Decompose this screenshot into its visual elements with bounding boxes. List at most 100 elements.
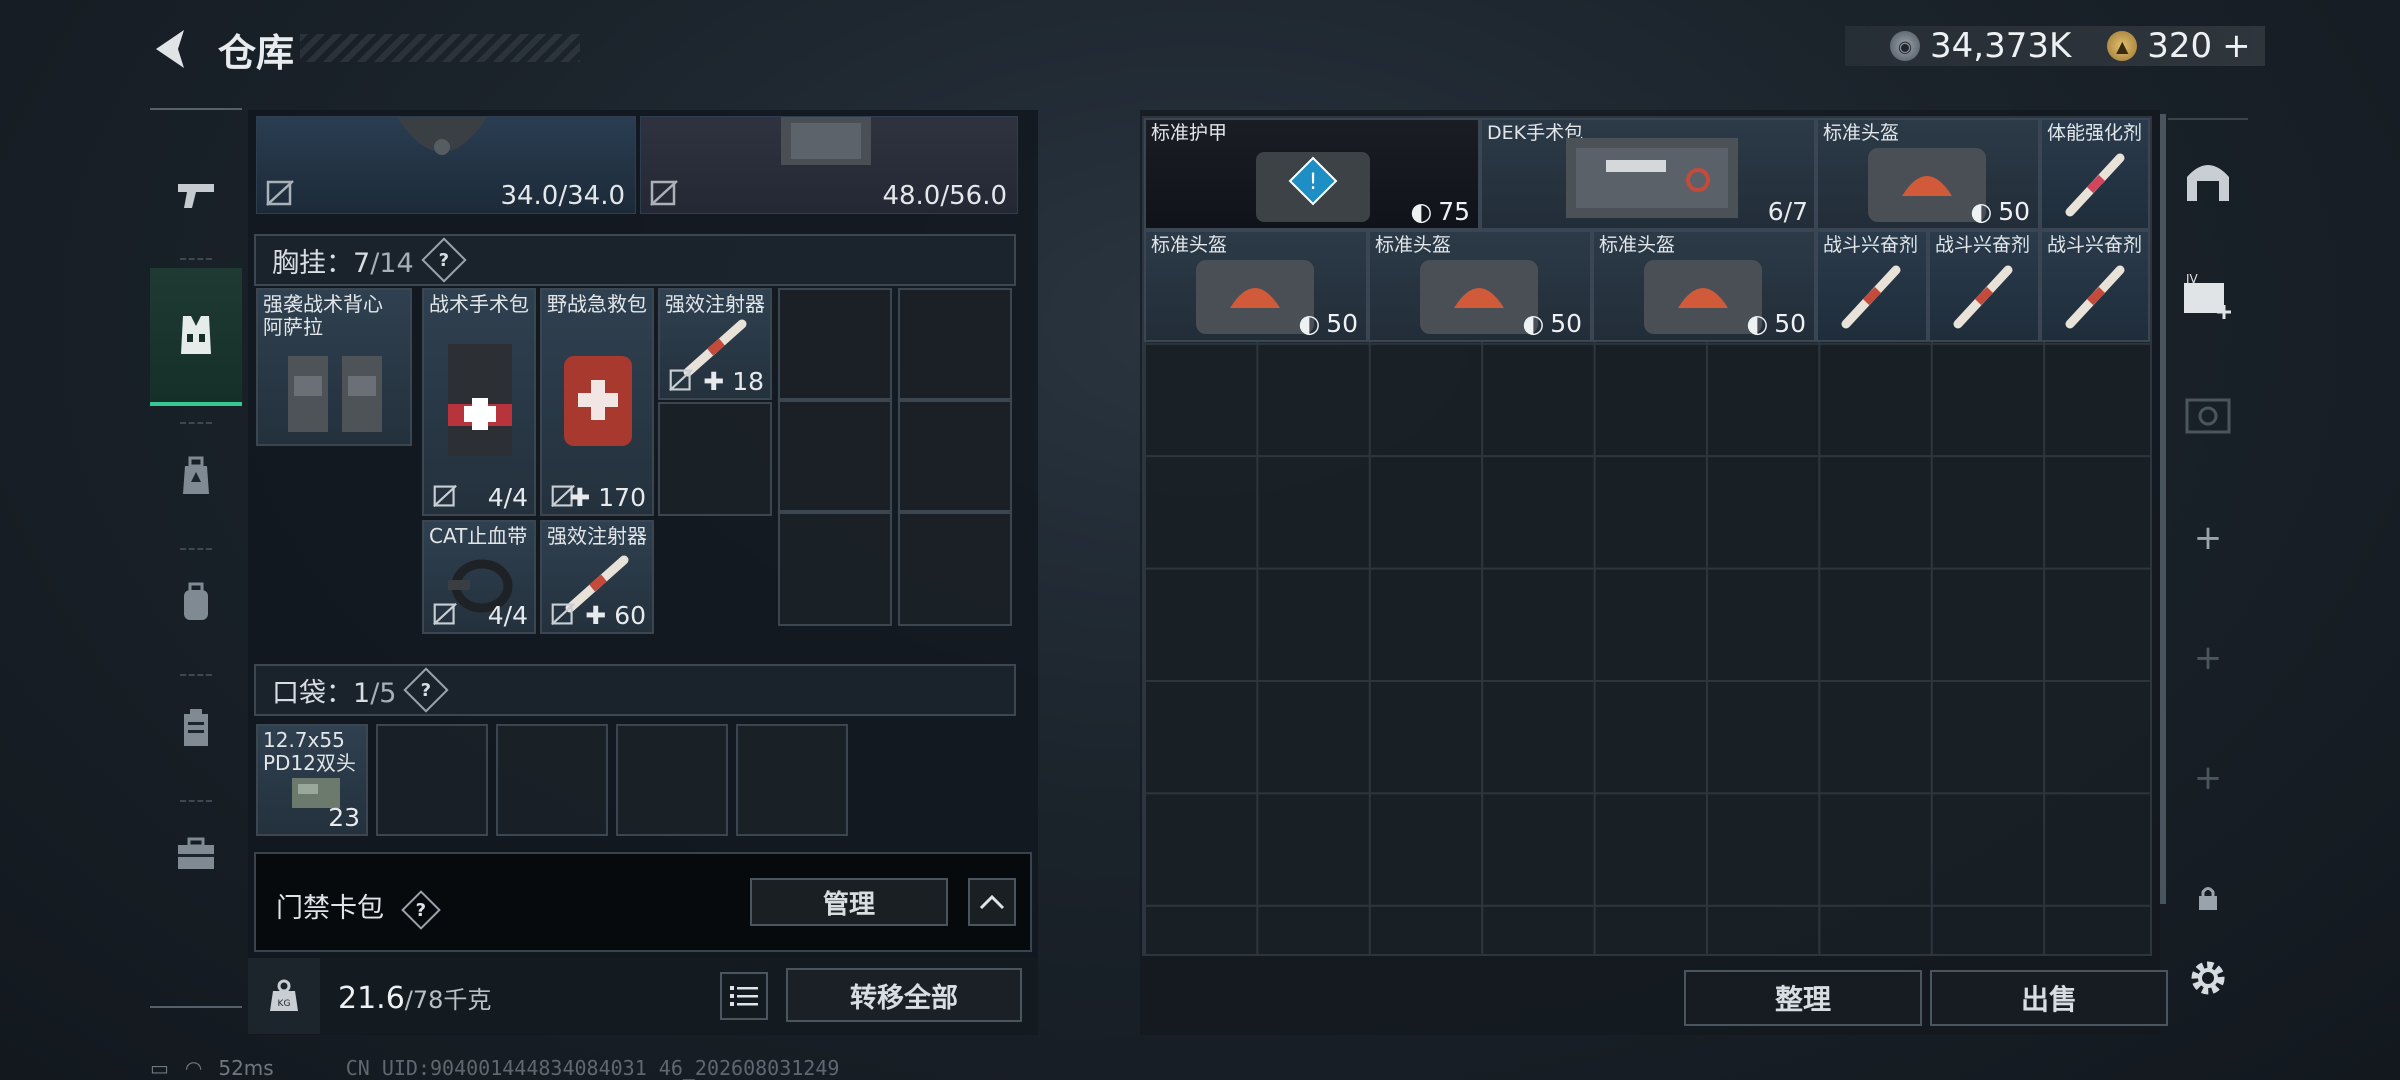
injector-image — [1841, 265, 1901, 329]
helmet-slot[interactable]: 34.0/34.0 — [256, 116, 636, 214]
nav-toolbox[interactable] — [150, 808, 242, 900]
gold-amount: 320 — [2147, 26, 2213, 66]
stash-item[interactable]: 标准头盔 ◐ 50 — [1816, 118, 2040, 230]
rig-empty-slot[interactable] — [658, 402, 772, 516]
stash-item[interactable]: 标准护甲 ! ◐ 75 — [1144, 118, 1480, 230]
nav-backpack[interactable] — [150, 556, 242, 648]
silver-amount: 34,373K — [1930, 26, 2072, 66]
vest-icon — [181, 316, 211, 354]
keycard-help-button[interactable]: ? — [400, 889, 441, 930]
transfer-all-button[interactable]: 转移全部 — [786, 968, 1022, 1022]
no-trade-icon — [433, 602, 457, 626]
plus-icon: + — [2193, 518, 2223, 558]
nav-case[interactable] — [150, 682, 242, 774]
armor-durability: 48.0/56.0 — [882, 181, 1007, 211]
backpack-icon — [184, 582, 208, 620]
stash-item[interactable]: 标准头盔 ◐ 50 — [1368, 230, 1592, 342]
rig-empty-slot[interactable] — [898, 512, 1012, 626]
weight-readout: 21.6/78千克 — [338, 981, 492, 1016]
surgical-case-image — [1566, 138, 1738, 218]
stash-tab-add-1[interactable]: + — [2168, 498, 2248, 578]
weight-bar: KG 21.6/78千克 转移全部 — [248, 958, 1038, 1034]
ping-readout: 52ms — [218, 1056, 274, 1080]
toolbox-icon — [178, 837, 214, 869]
vest-image — [288, 356, 382, 432]
chest-rig-title: 胸挂：7/14 — [272, 247, 414, 279]
collapse-button[interactable] — [968, 878, 1016, 926]
stash-tab-add-2[interactable]: + — [2168, 618, 2248, 698]
stash-scrollbar[interactable] — [2160, 114, 2166, 904]
no-trade-icon — [650, 180, 678, 206]
rig-empty-slot[interactable] — [778, 400, 892, 512]
rig-empty-slot[interactable] — [898, 288, 1012, 400]
rig-item[interactable]: CAT止血带 4/4 — [422, 520, 536, 634]
stash-tab-ticket[interactable] — [2168, 376, 2248, 456]
shield-icon: ◐ — [1298, 309, 1321, 338]
shield-icon: ◐ — [1746, 309, 1769, 338]
stash-item[interactable]: 战斗兴奋剂 — [1816, 230, 1928, 342]
pocket-empty-slot[interactable] — [736, 724, 848, 836]
chevron-up-icon — [979, 894, 1005, 910]
stash-item[interactable]: 标准头盔 ◐ 50 — [1144, 230, 1368, 342]
silver-coin-icon: ◉ — [1890, 31, 1920, 61]
pocket-empty-slot[interactable] — [376, 724, 488, 836]
stash-item[interactable]: 体能强化剂 — [2040, 118, 2150, 230]
chest-rig-help-button[interactable]: ? — [421, 237, 467, 283]
pocket-empty-slot[interactable] — [616, 724, 728, 836]
stash-item[interactable]: 战斗兴奋剂 — [2040, 230, 2150, 342]
no-trade-icon — [551, 602, 575, 626]
manage-button[interactable]: 管理 — [750, 878, 948, 926]
armor-bag-image: ! — [1256, 152, 1370, 222]
stash-tab-add[interactable]: IV — [2168, 256, 2248, 336]
stash-item[interactable]: 战斗兴奋剂 — [1928, 230, 2040, 342]
nav-weapons[interactable] — [150, 150, 242, 242]
ticket-icon — [2185, 398, 2231, 434]
page-title: 仓库 — [218, 31, 295, 75]
left-category-nav — [150, 108, 242, 1008]
no-trade-icon — [669, 368, 693, 392]
case-icon — [184, 709, 208, 746]
weight-icon: KG — [248, 958, 320, 1034]
bag-icon — [183, 456, 209, 494]
sell-button[interactable]: 出售 — [1930, 970, 2168, 1026]
helmet-image — [397, 117, 487, 155]
nav-chest-rig[interactable] — [150, 268, 242, 406]
wifi-icon: ◠ — [184, 1056, 203, 1080]
armor-slot[interactable]: 48.0/56.0 — [640, 116, 1018, 214]
back-button[interactable] — [148, 24, 198, 74]
settings-button[interactable] — [2168, 938, 2248, 1018]
plus-icon: + — [2193, 638, 2223, 678]
gear-icon — [2191, 961, 2225, 995]
pocket-help-button[interactable]: ? — [403, 667, 450, 713]
list-icon — [730, 986, 758, 1006]
sort-button[interactable]: 整理 — [1684, 970, 1922, 1026]
rig-item[interactable]: 强效注射器 ✚ 18 — [658, 288, 772, 400]
stash-item[interactable]: DEK手术包 6/7 — [1480, 118, 1816, 230]
stash-item[interactable]: 标准头盔 ◐ 50 — [1592, 230, 1816, 342]
shield-icon: ◐ — [1522, 309, 1545, 338]
no-trade-icon — [266, 180, 294, 206]
rig-item[interactable]: 野战急救包 ✚ 170 — [540, 288, 654, 516]
stash-grid[interactable]: 标准护甲 ! ◐ 75 DEK手术包 6/7 标准头盔 ◐ 50 体能强化剂 标… — [1142, 116, 2152, 956]
rig-empty-slot[interactable] — [778, 512, 892, 626]
uid-readout: CN UID:904001444834084031 46_20260803124… — [345, 1056, 840, 1080]
rig-item[interactable]: 战术手术包 4/4 — [422, 288, 536, 516]
stash-tab-gate[interactable] — [2168, 140, 2248, 220]
gate-icon — [2187, 165, 2229, 201]
chest-rig-vest[interactable]: 强袭战术背心 阿萨拉 — [256, 288, 412, 446]
nav-bag[interactable] — [150, 430, 242, 522]
list-view-button[interactable] — [720, 972, 768, 1020]
battery-icon: ▭ — [150, 1056, 169, 1080]
currency-display: ◉ 34,373K ▲ 320 + — [1845, 26, 2265, 66]
injector-image — [2065, 153, 2125, 217]
rig-empty-slot[interactable] — [898, 400, 1012, 512]
stash-lock-button[interactable] — [2168, 858, 2248, 938]
lock-icon — [2199, 887, 2217, 910]
stash-tab-add-3[interactable]: + — [2168, 738, 2248, 818]
pocket-empty-slot[interactable] — [496, 724, 608, 836]
pocket-item[interactable]: 12.7x55 PD12双头 23 — [256, 724, 368, 836]
add-currency-button[interactable]: + — [2222, 26, 2251, 66]
keycard-label: 门禁卡包 ? — [276, 886, 441, 930]
rig-item[interactable]: 强效注射器 ✚ 60 — [540, 520, 654, 634]
rig-empty-slot[interactable] — [778, 288, 892, 400]
